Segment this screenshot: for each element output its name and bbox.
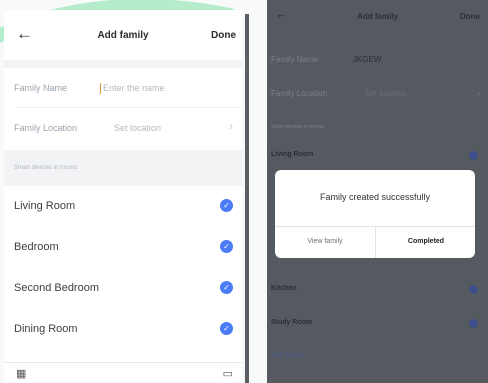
- right-header: ← Add family Done: [267, 0, 488, 34]
- checkmark-icon[interactable]: [469, 285, 478, 294]
- chevron-right-icon: ›: [229, 121, 233, 133]
- checkmark-icon[interactable]: ✓: [220, 322, 233, 335]
- family-name-label: Family Name: [14, 83, 68, 93]
- room-item-bedroom[interactable]: Bedroom ✓: [4, 228, 242, 268]
- checkmark-icon[interactable]: ✓: [220, 199, 233, 212]
- room-item-living-room[interactable]: Living Room ✓: [4, 187, 242, 227]
- collapse-keyboard-icon[interactable]: ▭: [223, 367, 233, 380]
- right-phone-screen: ← Add family Done Family Name JKGEW Fami…: [267, 0, 488, 383]
- keyboard-grid-icon[interactable]: ▦: [16, 367, 26, 380]
- view-family-button[interactable]: View family: [275, 226, 375, 258]
- room-item-dining-room[interactable]: Dining Room ✓: [4, 310, 242, 350]
- family-name-input[interactable]: Enter the name: [100, 83, 165, 95]
- family-name-value[interactable]: JKGEW: [353, 55, 381, 64]
- page-title: Add family: [97, 30, 149, 41]
- checkmark-icon[interactable]: [469, 319, 478, 328]
- bottom-bar: ▦ ▭: [4, 362, 242, 383]
- family-location-label: Family Location: [14, 123, 78, 133]
- done-button[interactable]: Done: [211, 30, 236, 41]
- family-name-row[interactable]: Family Name Enter the name: [4, 68, 242, 108]
- section-header: Smart devices in rooms:: [4, 150, 242, 186]
- done-button[interactable]: Done: [460, 12, 480, 21]
- room-item-living-room[interactable]: Living Room: [271, 151, 313, 158]
- room-name: Second Bedroom: [14, 282, 99, 294]
- dialog-message: Family created successfully: [319, 192, 431, 202]
- add-room-link[interactable]: Add Room: [271, 352, 304, 359]
- section-gap: [4, 60, 242, 68]
- family-location-row[interactable]: Family Location Set location ›: [267, 76, 488, 110]
- family-name-row[interactable]: Family Name JKGEW: [267, 42, 488, 76]
- smart-devices-section-label: Smart devices in rooms:: [271, 124, 325, 130]
- family-location-label: Family Location: [271, 89, 328, 98]
- family-location-row[interactable]: Family Location Set location ›: [4, 108, 242, 150]
- room-item-study-room[interactable]: Study Room: [271, 319, 312, 326]
- family-location-value: Set location: [365, 89, 407, 98]
- success-dialog: Family created successfully View family …: [275, 170, 475, 258]
- room-name: Bedroom: [14, 241, 59, 253]
- page-title: Add family: [357, 12, 398, 21]
- checkmark-icon[interactable]: ✓: [220, 281, 233, 294]
- family-name-label: Family Name: [271, 55, 319, 64]
- screen-divider: [245, 14, 249, 383]
- room-name: Living Room: [14, 200, 76, 212]
- room-item-kitchen[interactable]: Kitchen: [271, 285, 297, 292]
- completed-button[interactable]: Completed: [376, 226, 475, 258]
- checkmark-icon[interactable]: ✓: [220, 240, 233, 253]
- checkmark-icon[interactable]: [469, 151, 478, 160]
- chevron-right-icon: ›: [477, 88, 480, 98]
- left-header: ← Add family Done: [4, 10, 242, 60]
- family-location-value: Set location: [114, 123, 162, 133]
- room-name: Dining Room: [14, 323, 78, 335]
- text-cursor: [100, 83, 101, 95]
- left-phone-screen: ← Add family Done Family Name Enter the …: [4, 10, 242, 383]
- room-item-second-bedroom[interactable]: Second Bedroom ✓: [4, 269, 242, 309]
- smart-devices-section-label: Smart devices in rooms:: [14, 165, 79, 171]
- family-name-placeholder: Enter the name: [103, 83, 165, 93]
